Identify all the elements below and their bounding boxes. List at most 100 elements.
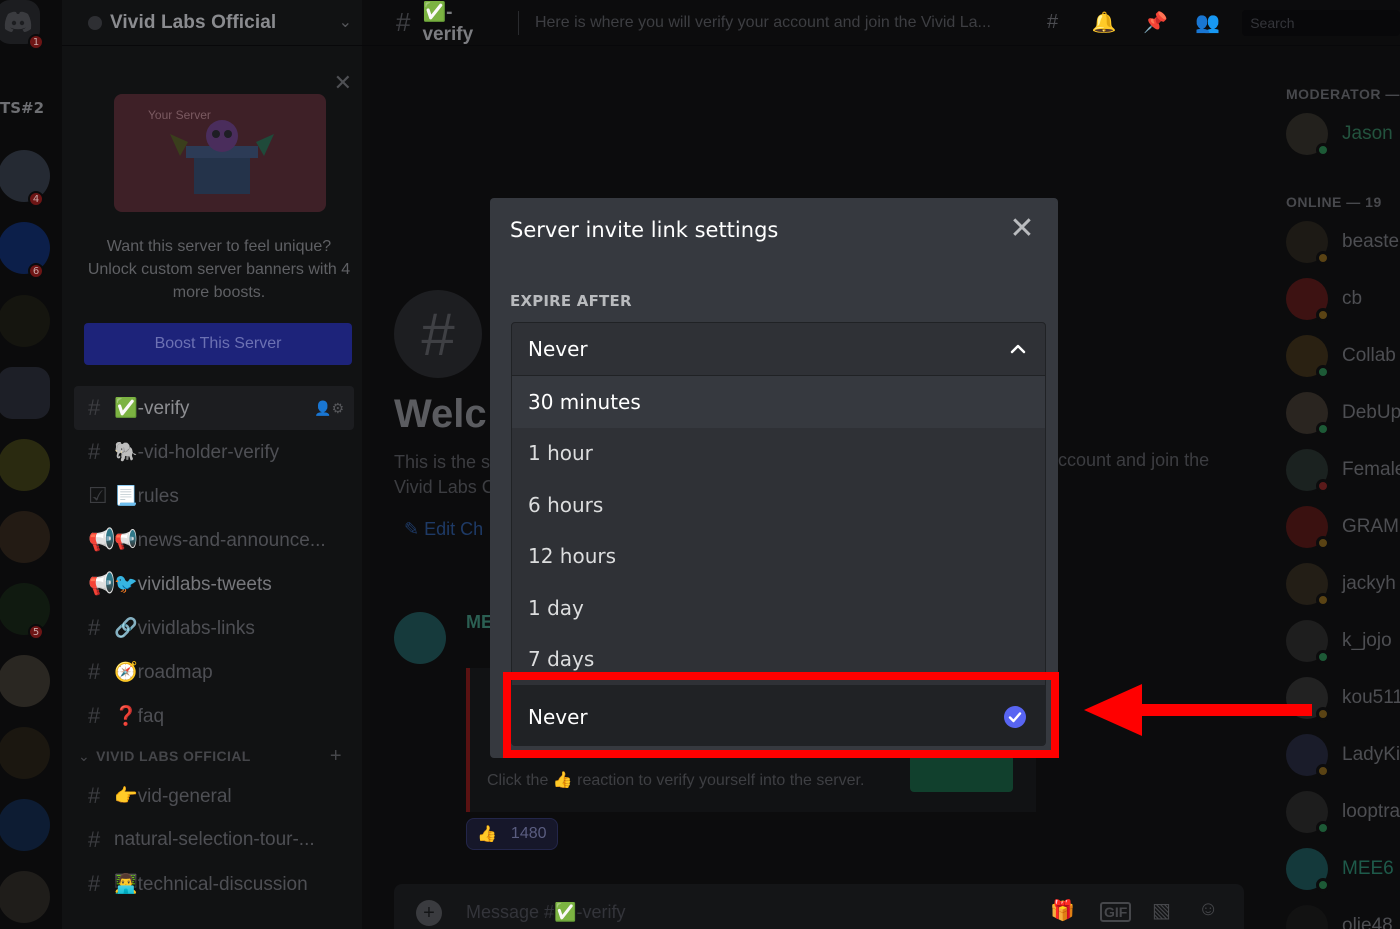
hash-icon: # bbox=[88, 659, 101, 684]
option-7-days[interactable]: 7 days bbox=[512, 634, 1045, 686]
member-item[interactable]: cb bbox=[1286, 277, 1362, 322]
avatar[interactable] bbox=[394, 612, 446, 664]
close-icon[interactable]: ✕ bbox=[334, 70, 352, 96]
member-item[interactable]: MEE6 bbox=[1286, 847, 1394, 892]
edit-channel-link[interactable]: ✎ Edit Ch bbox=[404, 519, 490, 540]
channel-label: 🐘-vid-holder-verify bbox=[114, 442, 280, 463]
member-item[interactable]: Female bbox=[1286, 448, 1400, 493]
avatar bbox=[1286, 506, 1330, 550]
bell-icon[interactable]: 🔔 bbox=[1091, 10, 1117, 35]
server-icon[interactable] bbox=[0, 799, 50, 851]
server-icon[interactable] bbox=[0, 871, 50, 923]
server-rail: 1 TS#2 4 6 5 bbox=[0, 0, 62, 929]
settings-icons[interactable]: 👤⚙ bbox=[314, 400, 344, 417]
option-30-minutes[interactable]: 30 minutes bbox=[512, 376, 1045, 428]
avatar bbox=[1286, 221, 1330, 265]
folder-tag: TS#2 bbox=[0, 99, 45, 117]
embed-button[interactable] bbox=[910, 752, 1013, 792]
channel-header: # ✅-verify Here is where you will verify… bbox=[362, 0, 1400, 46]
gift-icon[interactable]: 🎁 bbox=[1050, 898, 1075, 923]
boost-server-button[interactable]: Boost This Server bbox=[84, 323, 352, 365]
pin-icon[interactable]: 📌 bbox=[1143, 10, 1169, 35]
channel-item[interactable]: # natural-selection-tour-... bbox=[74, 818, 354, 862]
search-input[interactable]: Search bbox=[1242, 9, 1400, 36]
close-icon[interactable]: ✕ bbox=[1004, 210, 1040, 246]
member-list: MODERATOR — Jason ONLINE — 19 beaste cb … bbox=[1270, 46, 1400, 929]
channel-item[interactable]: # 🐘-vid-holder-verify bbox=[74, 430, 354, 474]
member-item[interactable]: jackyh bbox=[1286, 562, 1396, 607]
server-header[interactable]: Vivid Labs Official ⌄ bbox=[62, 0, 362, 46]
rules-icon: ☑ bbox=[88, 483, 108, 508]
channel-item[interactable]: # 🧭roadmap bbox=[74, 650, 354, 694]
channel-label: 🔗vividlabs-links bbox=[114, 618, 255, 639]
member-item[interactable]: beaste bbox=[1286, 220, 1399, 265]
reaction-chip[interactable]: 👍 1480 bbox=[466, 818, 558, 850]
channel-item-verify[interactable]: # ✅-verify 👤⚙ bbox=[74, 386, 354, 430]
option-12-hours[interactable]: 12 hours bbox=[512, 531, 1045, 583]
welcome-subtitle-line: This is the s bbox=[394, 452, 490, 472]
option-1-hour[interactable]: 1 hour bbox=[512, 428, 1045, 480]
server-icon[interactable] bbox=[0, 367, 50, 419]
channel-item[interactable]: 📢 🐦vividlabs-tweets bbox=[74, 562, 354, 606]
option-never[interactable]: Never bbox=[512, 685, 1045, 745]
avatar bbox=[1286, 392, 1330, 436]
member-item[interactable]: looptra bbox=[1286, 790, 1400, 835]
welcome-title: Welc bbox=[394, 392, 487, 436]
option-label: 1 hour bbox=[528, 441, 593, 466]
add-channel-icon[interactable]: + bbox=[330, 745, 342, 768]
member-name: jackyh bbox=[1342, 573, 1396, 594]
server-icon[interactable] bbox=[0, 511, 50, 563]
option-6-hours[interactable]: 6 hours bbox=[512, 479, 1045, 531]
status-indicator bbox=[1316, 143, 1330, 157]
member-item[interactable]: LadyKi bbox=[1286, 733, 1400, 778]
emoji-icon[interactable]: ☺ bbox=[1198, 898, 1218, 921]
avatar bbox=[1286, 791, 1330, 835]
member-item[interactable]: DebUp bbox=[1286, 391, 1400, 436]
server-icon[interactable] bbox=[0, 727, 50, 779]
option-1-day[interactable]: 1 day bbox=[512, 582, 1045, 634]
member-name: olie48 bbox=[1342, 915, 1393, 929]
member-item[interactable]: k_jojo bbox=[1286, 619, 1392, 664]
avatar bbox=[1286, 449, 1330, 493]
category-header[interactable]: ⌄ VIVID LABS OFFICIAL + bbox=[74, 738, 354, 774]
embed-description: Click the 👍 reaction to verify yourself … bbox=[487, 772, 865, 789]
channel-item[interactable]: # ❓faq bbox=[74, 694, 354, 738]
add-attachment-icon[interactable]: + bbox=[416, 900, 442, 926]
expire-after-select[interactable]: Never bbox=[511, 322, 1046, 376]
channel-hash-icon: # bbox=[394, 290, 482, 378]
channel-sidebar: Vivid Labs Official ⌄ ✕ Your Server Want… bbox=[62, 0, 362, 929]
server-icon[interactable] bbox=[0, 655, 50, 707]
channel-label: 🧭roadmap bbox=[114, 662, 213, 683]
channel-topic[interactable]: Here is where you will verify your accou… bbox=[535, 14, 1014, 32]
server-icon[interactable] bbox=[0, 295, 50, 347]
thumbs-up-icon: 👍 bbox=[477, 826, 497, 843]
member-item[interactable]: kou511 bbox=[1286, 676, 1400, 721]
gif-icon[interactable]: GIF bbox=[1100, 902, 1132, 922]
channel-item[interactable]: ☑ 📃rules bbox=[74, 474, 354, 518]
channel-item[interactable]: # 👉vid-general bbox=[74, 774, 354, 818]
message-author[interactable]: ME bbox=[466, 612, 490, 633]
threads-icon[interactable]: # bbox=[1040, 11, 1066, 34]
server-notification-badge: 6 bbox=[28, 263, 44, 279]
member-group-header: ONLINE — 19 bbox=[1286, 194, 1382, 210]
member-item[interactable]: GRAM bbox=[1286, 505, 1399, 550]
member-item[interactable]: olie48 bbox=[1286, 904, 1393, 929]
avatar bbox=[1286, 563, 1330, 607]
member-name: Collab bbox=[1342, 345, 1396, 366]
chevron-up-icon bbox=[1010, 344, 1026, 354]
member-item[interactable]: Collab bbox=[1286, 334, 1396, 379]
channel-item[interactable]: 📢 📢news-and-announce... bbox=[74, 518, 354, 562]
chevron-down-icon: ⌄ bbox=[78, 747, 91, 764]
message-composer[interactable]: + Message #✅-verify 🎁 GIF ▧ ☺ bbox=[394, 884, 1244, 929]
server-icon[interactable] bbox=[0, 439, 50, 491]
member-item[interactable]: Jason bbox=[1286, 112, 1393, 157]
home-notification-badge: 1 bbox=[28, 34, 44, 50]
members-icon[interactable]: 👥 bbox=[1195, 10, 1221, 35]
checkmark-circle-icon bbox=[1004, 706, 1026, 728]
channel-item[interactable]: # 🔗vividlabs-links bbox=[74, 606, 354, 650]
channel-list: # ✅-verify 👤⚙ # 🐘-vid-holder-verify ☑ 📃rul… bbox=[74, 386, 354, 906]
status-indicator bbox=[1316, 536, 1330, 550]
reaction-count: 1480 bbox=[510, 825, 547, 842]
channel-item[interactable]: # 👨‍💻technical-discussion bbox=[74, 862, 354, 906]
sticker-icon[interactable]: ▧ bbox=[1152, 898, 1171, 923]
